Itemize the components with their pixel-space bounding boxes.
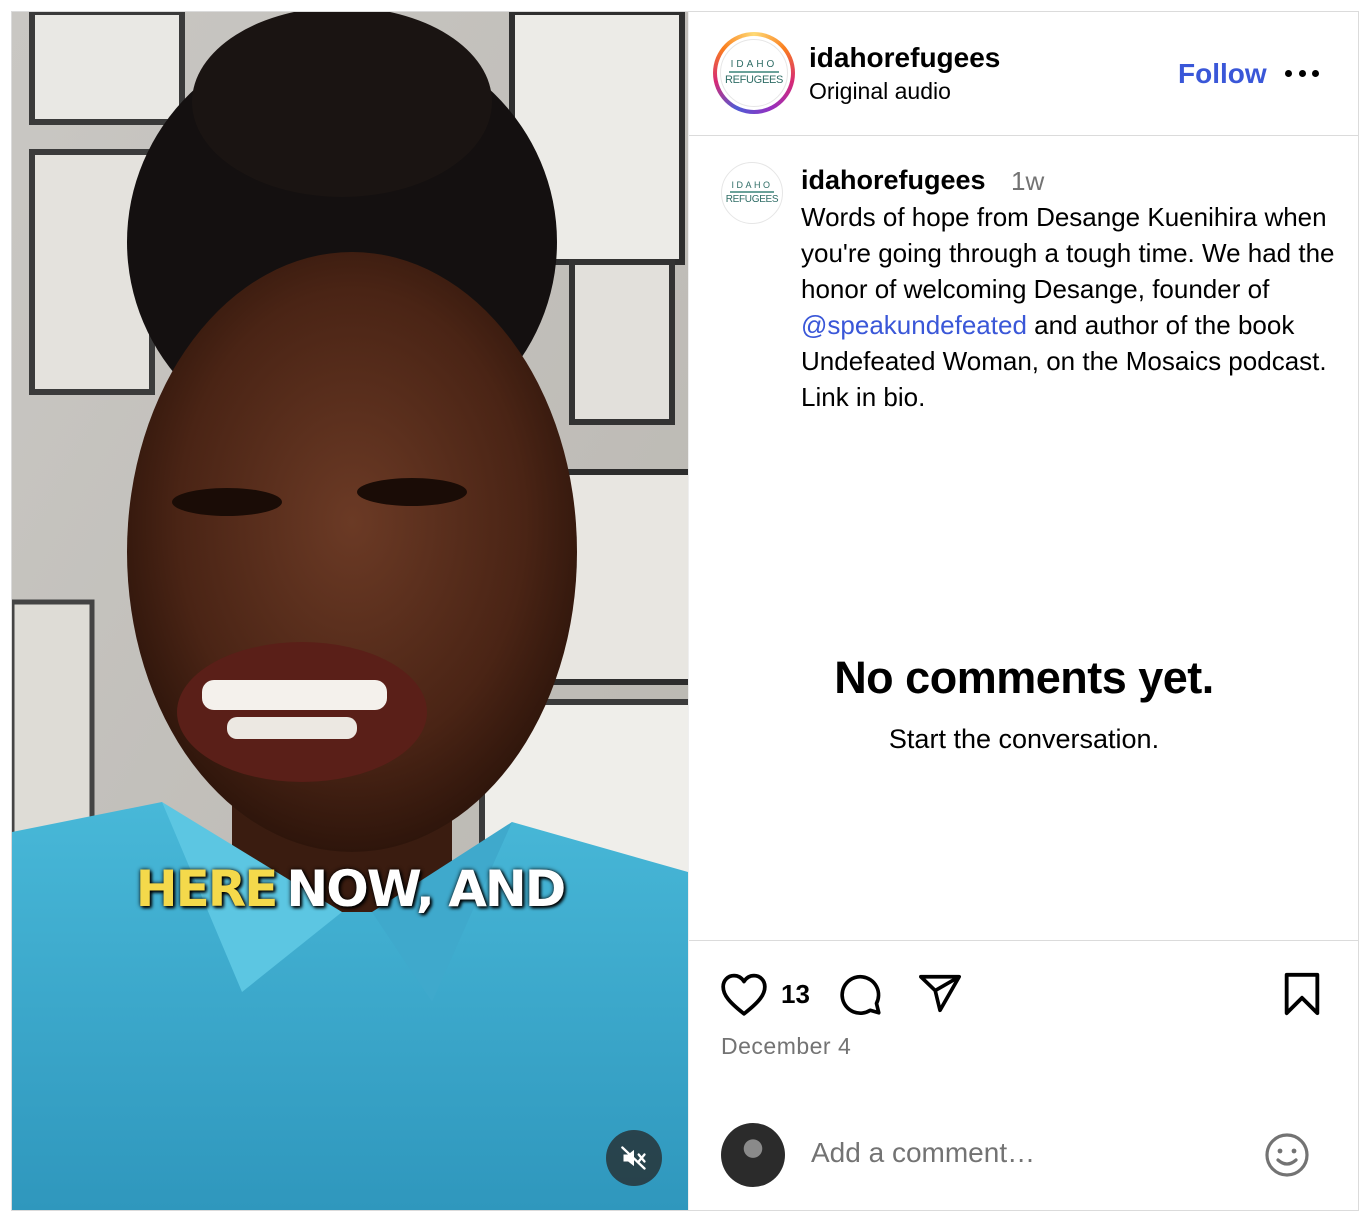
caption-author-avatar[interactable]: IDAHO REFUGEES xyxy=(721,162,783,224)
video-frame-image xyxy=(12,12,688,1210)
caption-timestamp[interactable]: 1w xyxy=(1011,166,1044,197)
reel-video[interactable]: HERE NOW, AND xyxy=(12,12,688,1210)
idaho-refugees-logo: IDAHO REFUGEES xyxy=(720,39,788,107)
video-caption: HERE NOW, AND xyxy=(12,860,688,918)
author-username[interactable]: idahorefugees xyxy=(809,42,1000,74)
follow-button[interactable]: Follow xyxy=(1178,58,1267,90)
muted-speaker-icon xyxy=(621,1146,646,1170)
mute-button[interactable] xyxy=(606,1130,662,1186)
caption-highlight-word: HERE xyxy=(135,860,279,918)
share-paper-plane-icon[interactable] xyxy=(917,971,963,1017)
caption-logo-bottom-text: REFUGEES xyxy=(725,194,779,205)
post-date[interactable]: December 4 xyxy=(721,1033,851,1060)
caption-text: NOW, AND xyxy=(286,860,566,918)
post-dialog: HERE NOW, AND IDAHO REFUGEES idahorefuge… xyxy=(11,11,1359,1211)
caption-text: Words of hope from Desange Kuenihira whe… xyxy=(801,199,1337,415)
save-bookmark-icon[interactable] xyxy=(1281,971,1323,1017)
caption-body-start: Words of hope from Desange Kuenihira whe… xyxy=(801,202,1335,304)
no-comments-title: No comments yet. xyxy=(834,652,1214,703)
add-comment-row xyxy=(689,1117,1359,1187)
like-count[interactable]: 13 xyxy=(781,979,810,1010)
logo-top-text: IDAHO xyxy=(730,59,778,70)
logo-bottom-text: REFUGEES xyxy=(724,74,784,86)
post-details-panel: IDAHO REFUGEES idahorefugees Original au… xyxy=(688,12,1359,1210)
no-comments-subtitle: Start the conversation. xyxy=(888,724,1160,754)
mention-link[interactable]: @speakundefeated xyxy=(801,310,1027,340)
author-avatar-story-ring[interactable]: IDAHO REFUGEES xyxy=(713,32,795,114)
add-comment-input[interactable] xyxy=(811,1131,1231,1175)
post-actions: 13 December 4 xyxy=(689,940,1359,1210)
caption-logo-top-text: IDAHO xyxy=(731,180,773,190)
emoji-smiley-icon[interactable] xyxy=(1263,1131,1311,1179)
current-user-avatar[interactable] xyxy=(721,1123,785,1187)
comment-bubble-icon[interactable] xyxy=(837,971,883,1017)
more-options-icon[interactable] xyxy=(1285,70,1319,80)
audio-label[interactable]: Original audio xyxy=(809,78,951,105)
post-header: IDAHO REFUGEES idahorefugees Original au… xyxy=(689,12,1359,136)
caption-username[interactable]: idahorefugees xyxy=(801,165,986,196)
like-heart-icon[interactable] xyxy=(719,971,769,1017)
